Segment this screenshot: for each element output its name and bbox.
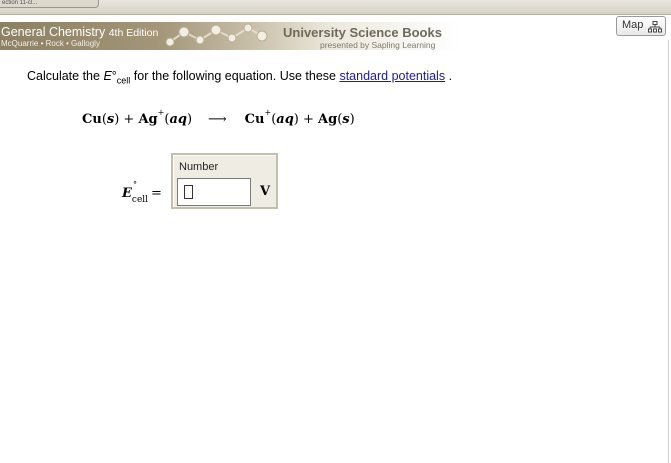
reactant-ag: Ag [138,112,158,127]
reactant-ag-state: aq [169,112,187,127]
presenter-text: presented by Sapling Learning [320,40,436,50]
top-strip: ection 11-cl... [0,0,671,15]
standard-potentials-link[interactable]: standard potentials [339,69,445,83]
answer-box: Number V [171,153,278,209]
ecell-degree: ° [133,180,137,189]
content-divider [668,40,669,463]
ecell-equals: = [151,186,162,201]
book-authors: McQuarrie • Rock • Gallogly [1,39,100,48]
answer-input[interactable] [177,178,251,206]
section-tab[interactable]: ection 11-cl... [0,0,99,8]
cell-subscript: cell [116,75,131,86]
book-edition: 4th Edition [108,27,159,39]
product-ag: Ag [318,112,338,127]
chemical-equation: Cu(s) + Ag+(aq) ⟶ Cu+(aq) + Ag(s) [82,108,355,128]
book-title: General Chemistry 4th Edition [1,25,158,39]
question-text: Calculate the E°cell for the following e… [27,69,452,86]
map-button[interactable]: Map [616,16,666,36]
question-prefix: Calculate the [27,69,104,83]
product-ag-state: s [342,112,350,127]
sitemap-icon [648,21,662,33]
question-suffix: . [445,69,453,83]
publisher-name: University Science Books [283,25,442,40]
text-cursor [184,185,193,199]
molecule-icon [165,23,268,47]
product-cu: Cu [244,112,265,127]
unit-label: V [260,184,271,199]
question-middle: for the following equation. Use these [130,69,340,83]
product-cu-state: aq [276,112,294,127]
number-label: Number [179,161,219,173]
ecell-e: E [122,186,132,201]
ecell-label: E ° cell = [122,180,162,205]
reaction-arrow: ⟶ [208,112,227,127]
book-name: General Chemistry [1,25,106,39]
map-button-label: Map [622,19,644,31]
plus-sign-2: + [298,112,319,127]
ecell-subscript: cell [131,195,149,205]
e-symbol: E [103,69,112,83]
book-header: General Chemistry 4th Edition McQuarrie … [0,22,460,50]
reactant-cu: Cu [82,112,102,127]
plus-sign: + [119,112,139,127]
